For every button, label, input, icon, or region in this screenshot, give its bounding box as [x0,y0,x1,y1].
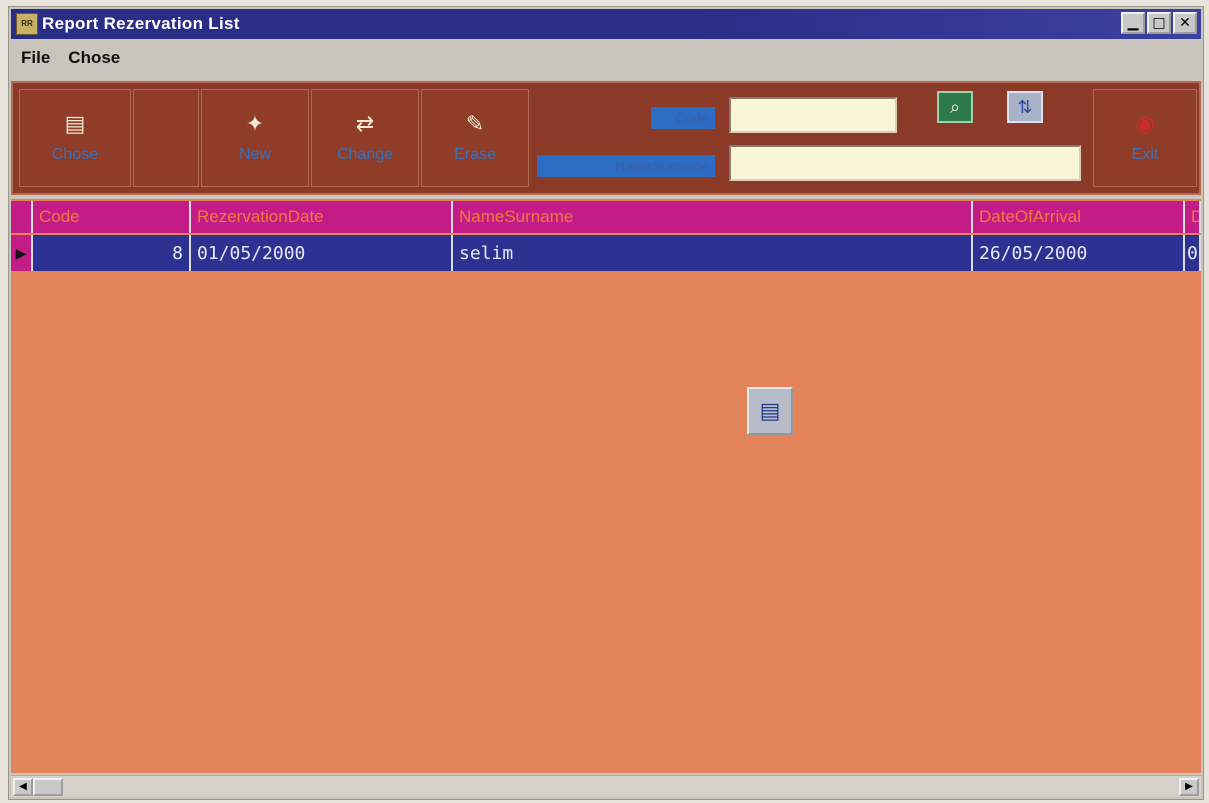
row-pointer-icon: ▶ [11,235,33,271]
toolbar-spacer [133,89,199,187]
new-button-label: New [238,146,271,163]
search-icon[interactable]: ⌕ [937,91,973,123]
exit-button[interactable]: ◉ Exit [1093,89,1197,187]
menu-bar: File Chose [11,43,1201,73]
header-indicator-cell [11,201,33,233]
title-bar[interactable]: RR Report Rezervation List ▁ □ ✕ [11,9,1201,39]
namesurname-input[interactable] [729,145,1081,181]
exit-button-label: Exit [1131,146,1159,163]
toolbar: ▤ Chose ✦ New ⇄ Change ✎ Erase Code Name… [11,81,1201,195]
cell-namesurname[interactable]: selim [453,235,973,271]
cell-rezervationdate[interactable]: 01/05/2000 [191,235,453,271]
change-button-label: Change [336,146,394,163]
table-row[interactable]: ▶ 8 01/05/2000 selim 26/05/2000 0 [11,235,1201,271]
column-header-dateofarrival[interactable]: DateOfArrival [973,201,1185,233]
new-button[interactable]: ✦ New [201,89,309,187]
column-header-rezervationdate[interactable]: RezervationDate [191,201,453,233]
chose-button-label: Chose [51,146,99,163]
exit-icon: ◉ [1135,111,1155,136]
chose-button[interactable]: ▤ Chose [19,89,131,187]
chose-icon: ▤ [64,111,86,136]
scroll-left-icon[interactable]: ◀ [13,778,33,796]
change-icon: ⇄ [355,111,375,136]
grid-header: Code RezervationDate NameSurname DateOfA… [11,201,1201,233]
maximize-button[interactable]: □ [1147,12,1171,34]
scroll-right-icon[interactable]: ▶ [1179,778,1199,796]
code-input[interactable] [729,97,897,133]
cell-dateofarrival[interactable]: 26/05/2000 [973,235,1185,271]
erase-button[interactable]: ✎ Erase [421,89,529,187]
sort-icon[interactable]: ⇅ [1007,91,1043,123]
report-icon[interactable]: ▤ [747,387,793,435]
erase-button-label: Erase [454,146,496,163]
cell-d[interactable]: 0 [1185,235,1201,271]
horizontal-scrollbar[interactable]: ◀ ▶ [11,775,1201,797]
reservation-grid[interactable]: Code RezervationDate NameSurname DateOfA… [11,199,1201,773]
report-window: RR Report Rezervation List ▁ □ ✕ File Ch… [8,6,1204,800]
change-button[interactable]: ⇄ Change [311,89,419,187]
menu-file[interactable]: File [21,48,50,68]
column-header-code[interactable]: Code [33,201,191,233]
column-header-d[interactable]: D [1185,201,1201,233]
namesurname-label: NameSurname [537,155,715,177]
window-title: Report Rezervation List [42,14,240,33]
cell-code[interactable]: 8 [33,235,191,271]
column-header-namesurname[interactable]: NameSurname [453,201,973,233]
menu-chose[interactable]: Chose [68,48,120,68]
minimize-button[interactable]: ▁ [1121,12,1145,34]
scroll-thumb[interactable] [33,778,63,796]
code-label: Code [651,107,715,129]
app-icon: RR [16,13,38,35]
new-icon: ✦ [245,111,265,136]
close-button[interactable]: ✕ [1173,12,1197,34]
window-controls: ▁ □ ✕ [1121,12,1197,34]
erase-icon: ✎ [465,111,485,136]
